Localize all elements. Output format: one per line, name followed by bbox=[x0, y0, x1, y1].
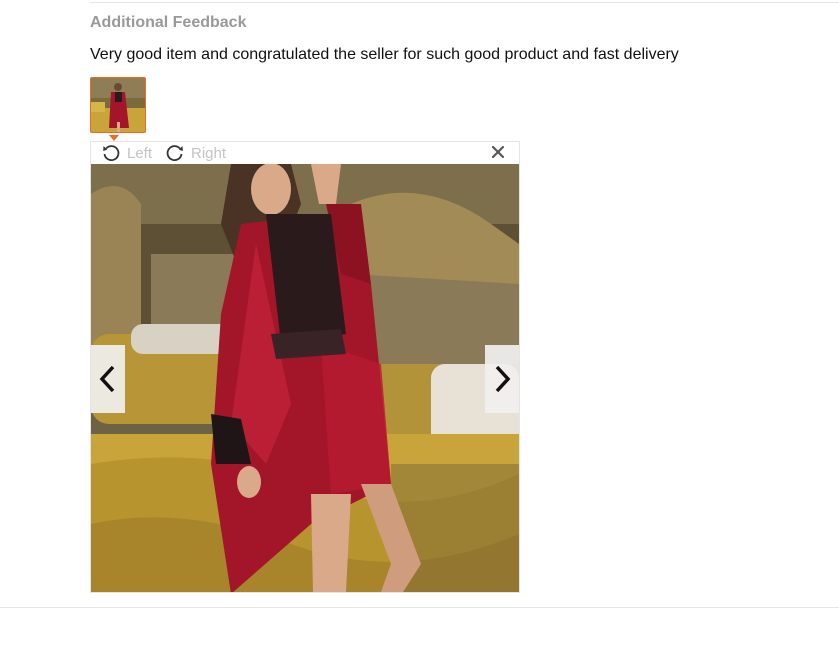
rotate-right-icon bbox=[166, 145, 183, 162]
review-photo bbox=[91, 164, 519, 592]
rotate-left-icon bbox=[103, 145, 120, 162]
review-photo-thumbnail[interactable] bbox=[90, 77, 146, 133]
rotate-left-label: Left bbox=[127, 144, 153, 162]
thumbnail-image bbox=[91, 78, 145, 132]
top-divider bbox=[90, 2, 839, 3]
next-photo-button[interactable] bbox=[485, 345, 519, 413]
rotate-right-button[interactable]: Right bbox=[165, 142, 226, 164]
close-viewer-button[interactable] bbox=[491, 145, 505, 159]
feedback-text: Very good item and congratulated the sel… bbox=[90, 46, 679, 63]
close-icon bbox=[491, 145, 505, 159]
feedback-title: Additional Feedback bbox=[90, 14, 247, 31]
rotate-left-button[interactable]: Left bbox=[101, 142, 152, 164]
bottom-divider bbox=[0, 607, 839, 608]
chevron-left-icon bbox=[99, 365, 115, 393]
chevron-right-icon bbox=[495, 365, 511, 393]
review-feedback-section: Additional Feedback Very good item and c… bbox=[0, 0, 839, 653]
enlarged-review-photo bbox=[91, 164, 519, 592]
viewer-toolbar: Left Right bbox=[91, 142, 519, 164]
photo-viewer: Left Right bbox=[90, 141, 520, 593]
rotate-right-label: Right bbox=[191, 144, 227, 162]
previous-photo-button[interactable] bbox=[91, 345, 125, 413]
